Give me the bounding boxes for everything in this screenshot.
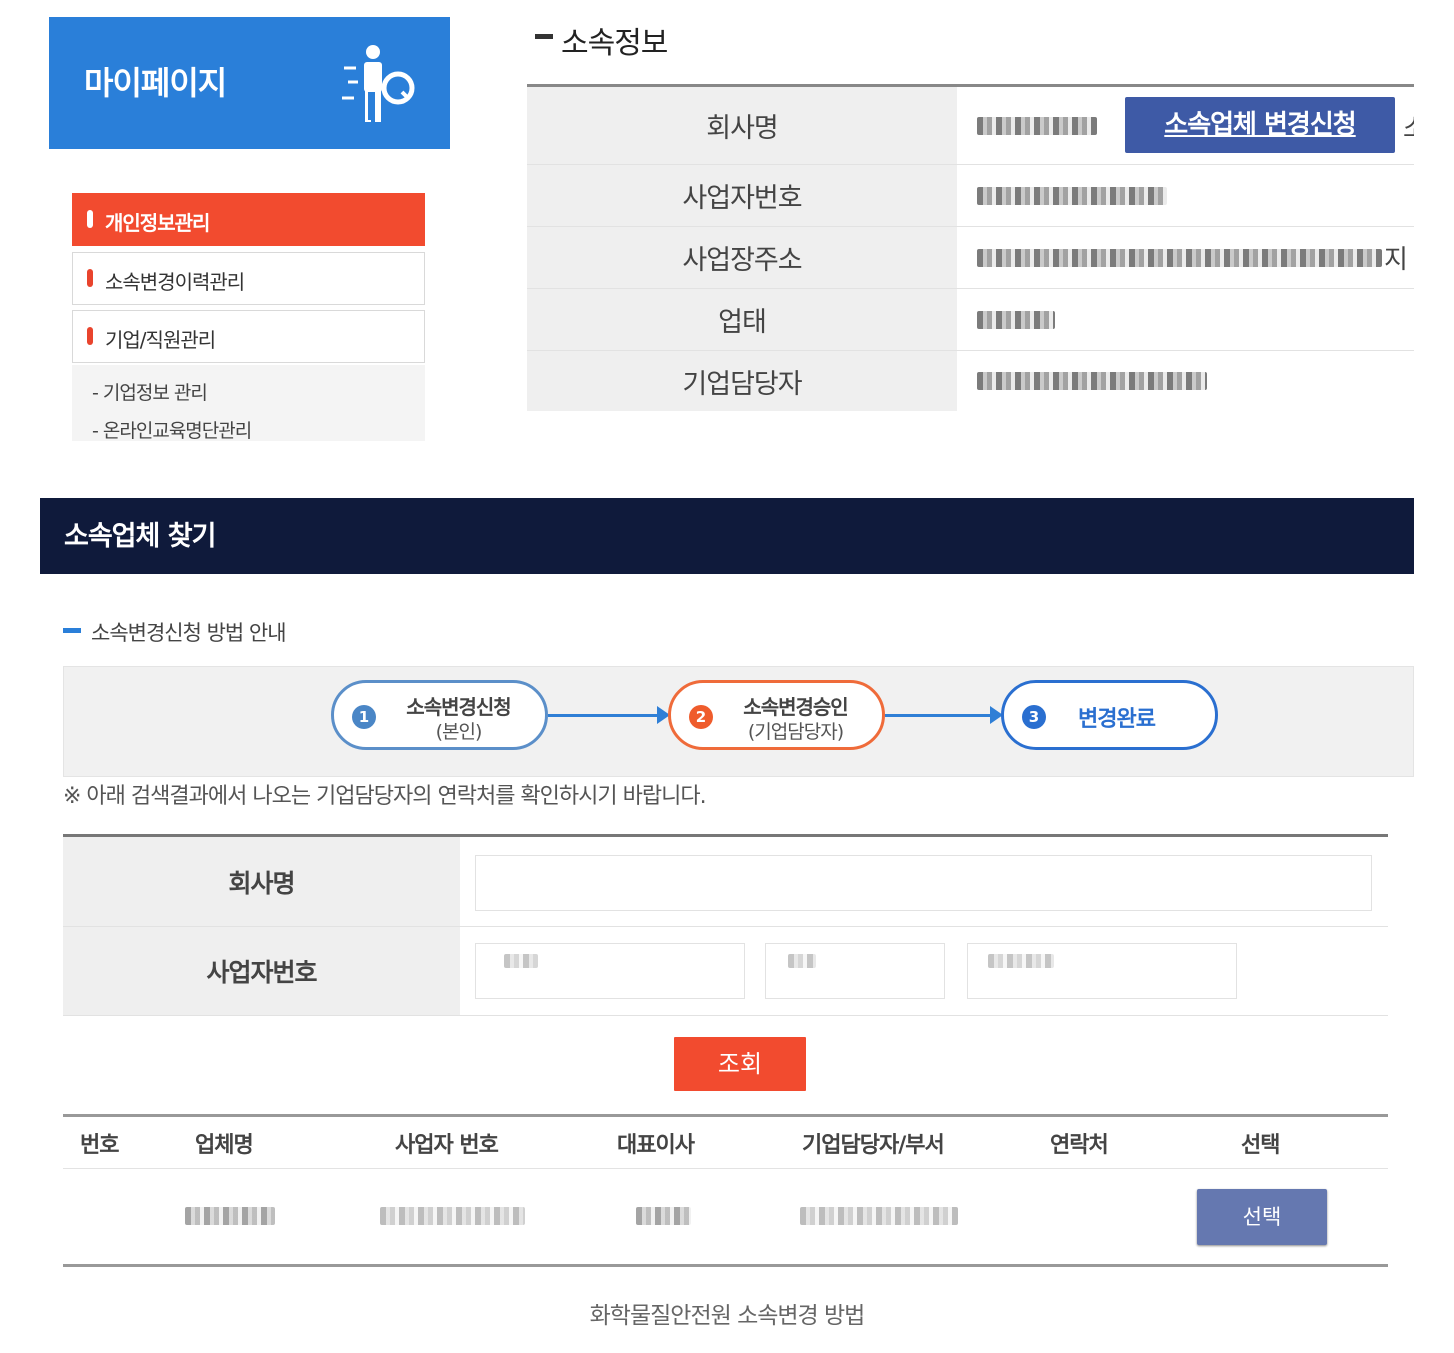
sidebar-item-company-staff[interactable]: 기업/직원관리 xyxy=(72,310,425,363)
find-company-header xyxy=(40,498,1414,574)
step-number: 1 xyxy=(352,705,376,729)
submenu-item-company-info[interactable]: - 기업정보 관리 xyxy=(92,378,208,405)
step-number: 2 xyxy=(689,705,713,729)
sidebar-item-label: 기업/직원관리 xyxy=(105,328,216,352)
info-row-bizno: 사업자번호 xyxy=(527,165,1414,227)
cut-off-text: 소 xyxy=(1403,108,1414,145)
form-row-bizno: 사업자번호 xyxy=(63,927,1388,1016)
redacted-value xyxy=(800,1207,958,1229)
column-header: 선택 xyxy=(1241,1133,1280,1158)
step-title: 소속변경신청 xyxy=(406,695,511,719)
bizno-part1-input[interactable] xyxy=(475,943,745,999)
menu-bullet xyxy=(87,269,93,287)
bizno-part2-input[interactable] xyxy=(765,943,945,999)
submenu-item-online-education[interactable]: - 온라인교육명단관리 xyxy=(92,416,252,443)
select-button[interactable]: 선택 xyxy=(1197,1189,1327,1245)
search-form: 회사명 사업자번호 xyxy=(63,834,1388,1018)
step-title: 변경완료 xyxy=(1078,707,1156,732)
process-step-complete: 3 변경완료 xyxy=(1001,680,1218,750)
form-label: 사업자번호 xyxy=(63,927,460,1015)
column-header: 기업담당자/부서 xyxy=(802,1133,945,1158)
step-title: 소속변경승인 xyxy=(743,695,848,719)
heading-marker xyxy=(63,628,81,633)
info-label: 기업담당자 xyxy=(527,351,957,411)
menu-bullet xyxy=(87,327,93,345)
process-step-request: 1 소속변경신청 (본인) xyxy=(331,680,548,750)
info-label: 사업장주소 xyxy=(527,227,957,288)
arrow-line xyxy=(548,714,658,717)
arrow-line xyxy=(885,714,991,717)
company-name-input[interactable] xyxy=(475,855,1372,911)
redacted-value xyxy=(636,1207,691,1229)
column-header: 업체명 xyxy=(195,1133,254,1158)
info-row-business-type: 업태 xyxy=(527,289,1414,351)
info-label: 사업자번호 xyxy=(527,165,957,226)
form-label: 회사명 xyxy=(63,837,460,926)
redacted-value xyxy=(977,351,1207,411)
redacted-value xyxy=(185,1207,275,1225)
redacted-value xyxy=(977,87,1097,164)
bizno-part3-input[interactable] xyxy=(967,943,1237,999)
sidebar-item-affiliation-history[interactable]: 소속변경이력관리 xyxy=(72,252,425,305)
affiliation-heading: 소속정보 xyxy=(561,26,668,61)
step-subtitle: (기업담당자) xyxy=(747,721,844,743)
info-row-manager: 기업담당자 xyxy=(527,351,1414,411)
result-table xyxy=(63,1114,1388,1267)
step-subtitle: (본인) xyxy=(435,721,483,743)
sidebar-item-label: 개인정보관리 xyxy=(105,211,210,235)
notice-text: ※ 아래 검색결과에서 나오는 기업담당자의 연락처를 확인하시기 바랍니다. xyxy=(63,784,707,809)
process-step-approval: 2 소속변경승인 (기업담당자) xyxy=(668,680,885,750)
form-row-company: 회사명 xyxy=(63,837,1388,927)
redacted-value xyxy=(380,1207,525,1229)
redacted-value xyxy=(977,289,1055,350)
guide-title: 소속변경신청 방법 안내 xyxy=(91,621,287,645)
find-company-title: 소속업체 찾기 xyxy=(64,521,216,552)
redacted-value: 지 xyxy=(977,227,1408,288)
menu-bullet xyxy=(87,210,93,228)
info-row-address: 사업장주소 지 xyxy=(527,227,1414,289)
column-header: 번호 xyxy=(80,1133,119,1158)
table-row xyxy=(185,1207,275,1229)
heading-marker xyxy=(535,34,553,39)
change-affiliation-request-button[interactable]: 소속업체 변경신청 xyxy=(1125,97,1395,153)
table-divider xyxy=(63,1168,1388,1169)
search-button[interactable]: 조회 xyxy=(674,1037,806,1091)
column-header: 사업자 번호 xyxy=(395,1133,499,1158)
column-header: 연락처 xyxy=(1050,1133,1109,1158)
mypage-title: 마이페이지 xyxy=(84,64,227,102)
person-search-icon xyxy=(342,45,415,122)
image-caption: 화학물질안전원 소속변경 방법 xyxy=(589,1303,866,1329)
sidebar-item-personal-info[interactable]: 개인정보관리 xyxy=(72,193,425,246)
column-header: 대표이사 xyxy=(617,1133,695,1158)
address-tail: 지 xyxy=(1384,245,1408,275)
sidebar-item-label: 소속변경이력관리 xyxy=(105,270,245,294)
step-number: 3 xyxy=(1022,705,1046,729)
info-label: 업태 xyxy=(527,289,957,350)
redacted-value xyxy=(977,165,1167,226)
info-label: 회사명 xyxy=(527,87,957,164)
